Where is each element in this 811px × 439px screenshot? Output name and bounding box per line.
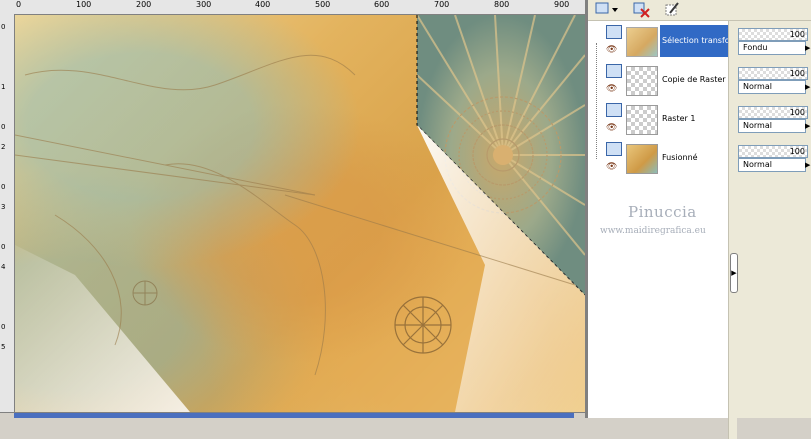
pencil-icon [665,2,679,16]
mandala-center [493,145,513,165]
ruler-tick: 3 [1,203,6,211]
opacity-value: 100 [789,69,805,78]
layer-properties: 100 Normal ▶ [738,141,811,181]
ruler-tick: 900 [554,0,570,9]
dropdown-arrow-icon[interactable]: ▶ [805,41,811,55]
layer-properties: 100 Normal ▶ [738,63,811,103]
map-artwork[interactable] [15,15,585,412]
ruler-tick: 700 [434,0,450,9]
compass-rose [394,296,452,354]
opacity-value: 100 [789,147,805,156]
document-canvas[interactable]: 0 100 200 300 400 500 600 700 800 900 0 … [0,0,585,419]
ruler-tick: 300 [196,0,212,9]
opacity-value: 100 [789,108,805,117]
ruler-tick: 200 [136,0,152,9]
edit-layer-button[interactable] [664,1,680,18]
layer-name: Raster 1 [662,114,696,123]
vertical-ruler: 0 1 0 2 0 3 0 4 0 5 [0,14,15,418]
opacity-slider[interactable]: 100 [738,67,808,80]
ruler-tick: 500 [315,0,331,9]
layer-thumbnail [626,66,658,96]
layer-row[interactable]: 👁 Sélection transfo [604,23,734,59]
ruler-tick: 100 [76,0,92,9]
layer-row[interactable]: 👁 Raster 1 [604,101,726,137]
ruler-tick: 4 [1,263,6,271]
new-layer-icon [595,2,618,14]
delete-layer-button[interactable] [632,1,652,18]
raster-layer-icon [606,64,622,78]
opacity-slider[interactable]: 100 [738,145,808,158]
panel-splitter[interactable] [728,21,737,439]
dropdown-arrow-icon[interactable]: ▶ [805,119,811,133]
eye-icon[interactable]: 👁 [606,162,617,172]
layers-palette: 👁 Sélection transfo 👁 Copie de Raster 👁 … [588,0,811,439]
ruler-tick: 2 [1,143,6,151]
watermark-url: www.maidiregrafica.eu [600,226,706,236]
raster-layer-icon [606,142,622,156]
layer-thumbnail [626,105,658,135]
layer-thumbnail [626,27,658,57]
eye-icon[interactable]: 👁 [606,123,617,133]
light-beam-left [15,245,190,412]
compass-rose-small [132,280,158,306]
blend-mode-select[interactable]: Normal [738,119,806,133]
dropdown-arrow-icon[interactable]: ▶ [805,158,811,172]
watermark-name: Pinuccia [628,203,697,221]
new-layer-button[interactable] [594,1,620,18]
dropdown-arrow-icon[interactable]: ▶ [805,80,811,94]
layer-name: Sélection transfo [660,25,734,57]
layer-thumbnail [626,144,658,174]
layer-name: Fusionné [662,153,698,162]
ruler-tick: 0 [1,323,6,331]
artwork-overlay [15,15,585,412]
ruler-tick: 5 [1,343,6,351]
collapse-arrow-icon[interactable]: ▶ [730,253,738,293]
blend-mode-select[interactable]: Normal [738,158,806,172]
opacity-value: 100 [789,30,805,39]
ruler-tick: 0 [1,123,6,131]
blend-mode-select[interactable]: Normal [738,80,806,94]
eye-icon[interactable]: 👁 [606,84,617,94]
opacity-slider[interactable]: 100 [738,106,808,119]
horizontal-ruler: 0 100 200 300 400 500 600 700 800 900 [0,0,585,15]
ruler-tick: 0 [1,183,6,191]
blend-mode-select[interactable]: Fondu [738,41,806,55]
tree-connector [596,43,598,159]
layer-name: Copie de Raster [662,75,726,84]
ruler-tick: 400 [255,0,271,9]
scroll-thumb[interactable] [14,413,574,418]
ruler-tick: 1 [1,83,6,91]
ruler-tick: 600 [374,0,390,9]
layer-properties: 100 Normal ▶ [738,102,811,142]
layer-properties: 100 Fondu ▶ [738,24,811,64]
eye-icon[interactable]: 👁 [606,45,617,55]
raster-layer-icon [606,103,622,117]
layers-toolbar [588,0,811,21]
ruler-tick: 0 [1,243,6,251]
raster-layer-icon [606,25,622,39]
ruler-tick: 0 [16,0,22,9]
layer-list: 👁 Sélection transfo 👁 Copie de Raster 👁 … [588,21,738,439]
layer-row[interactable]: 👁 Fusionné [604,140,726,176]
layer-row[interactable]: 👁 Copie de Raster [604,62,726,98]
ruler-tick: 800 [494,0,510,9]
delete-layer-icon [633,2,650,18]
opacity-slider[interactable]: 100 [738,28,808,41]
ruler-tick: 0 [1,23,6,31]
